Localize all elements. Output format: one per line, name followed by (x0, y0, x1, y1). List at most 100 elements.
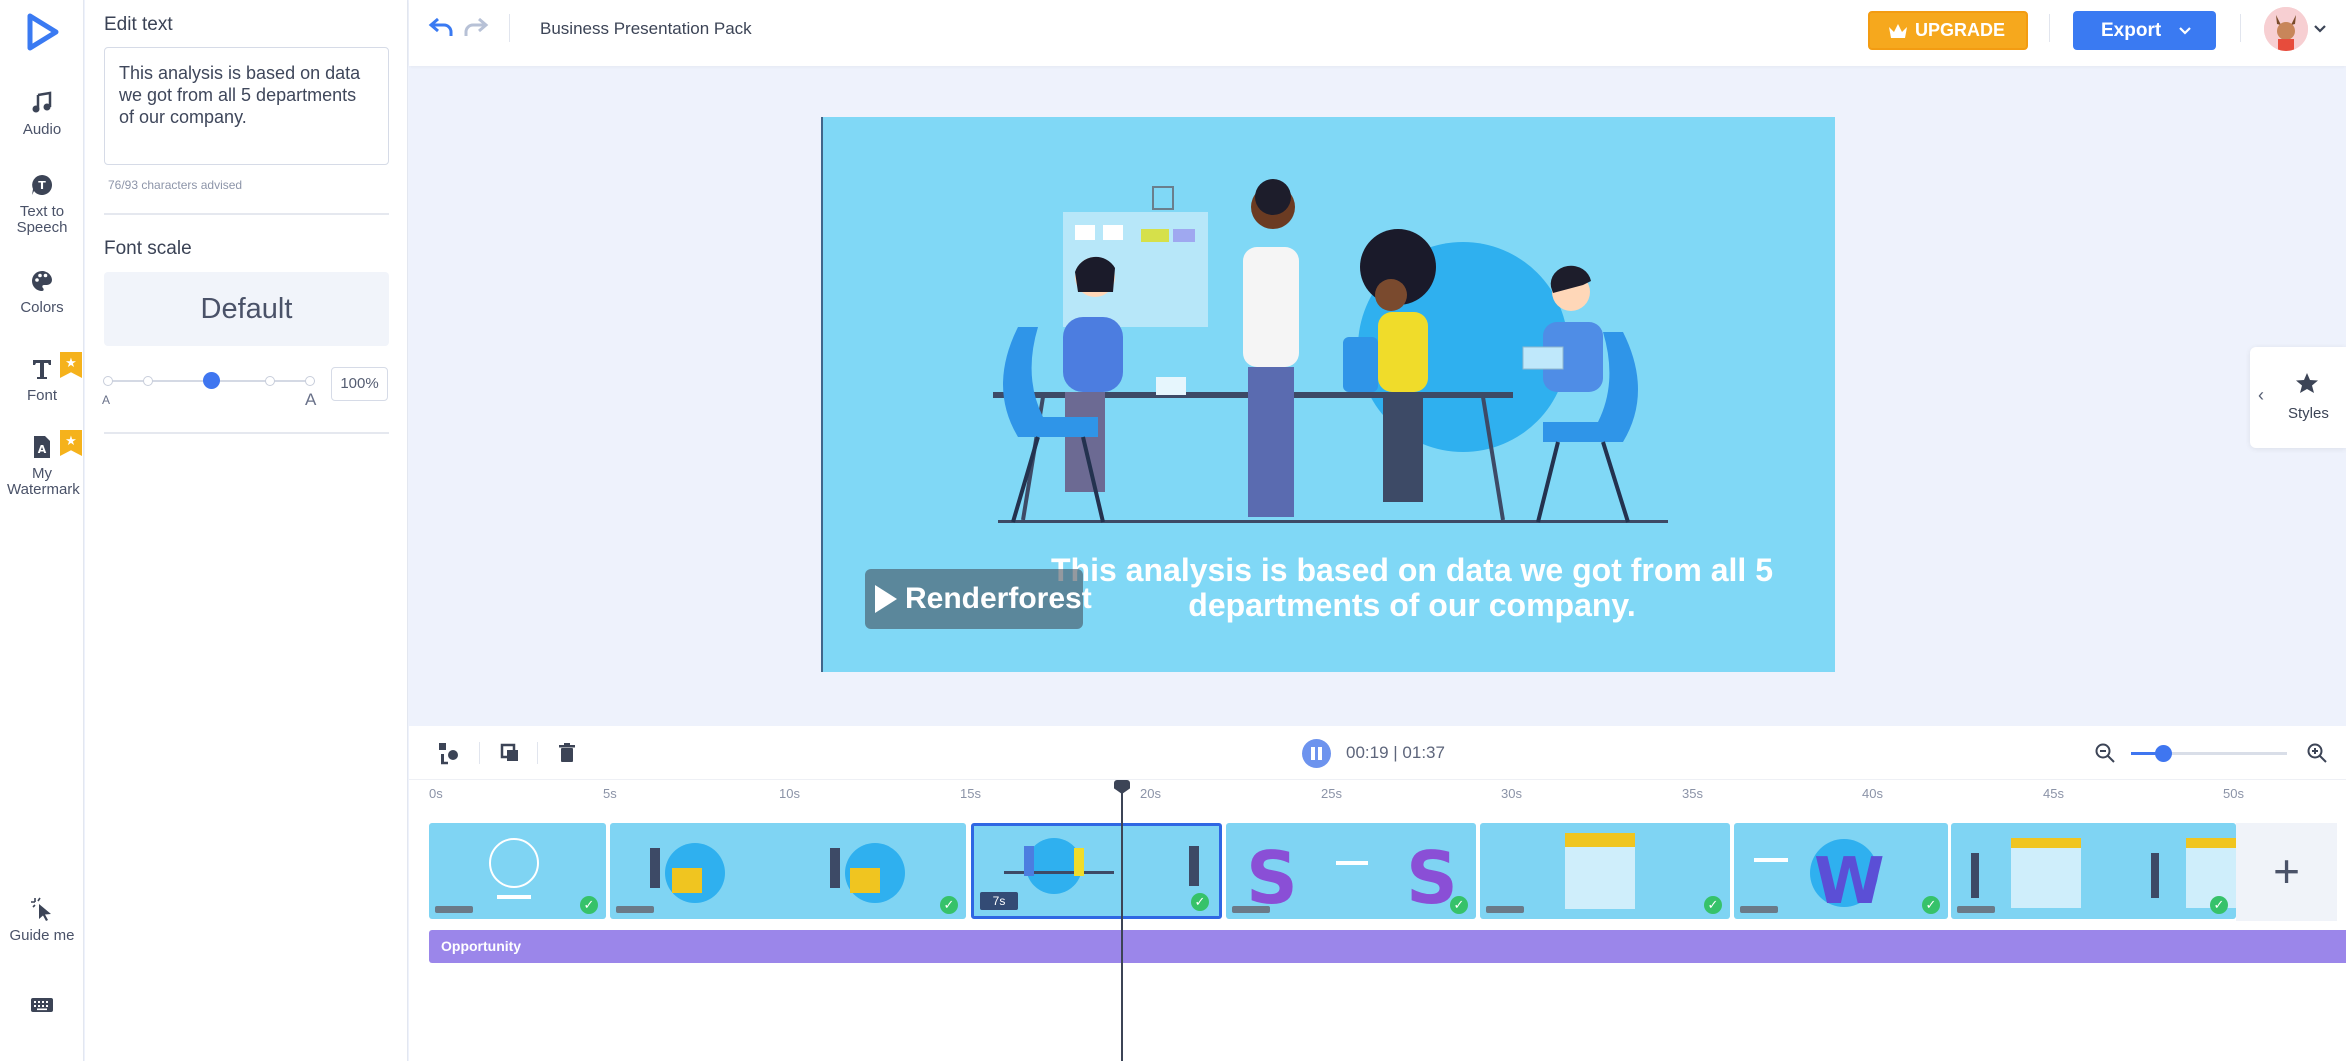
zoom-in-icon[interactable] (2306, 742, 2328, 764)
music-track[interactable]: Opportunity (429, 930, 2346, 963)
chevron-down-icon[interactable] (2313, 24, 2327, 34)
font-icon (33, 360, 51, 379)
scene-thumbnail-selected[interactable]: 7s (971, 823, 1222, 919)
sidebar-item-guide-me[interactable]: Guide me (0, 896, 84, 944)
font-scale-heading: Font scale (104, 238, 192, 259)
check-icon (940, 896, 958, 914)
check-icon (1191, 893, 1209, 911)
svg-text:T: T (38, 179, 46, 192)
export-label: Export (2101, 20, 2162, 41)
edit-text-heading: Edit text (104, 14, 173, 35)
slider-max-label: A (305, 390, 317, 409)
trash-icon[interactable] (554, 740, 580, 766)
avatar-illustration-icon (2264, 7, 2308, 51)
sidebar-item-label: Audio (22, 121, 62, 138)
timeline-toolbar: 00:19 | 01:37 (409, 726, 2346, 780)
font-scale-slider[interactable] (103, 372, 315, 389)
scene-tag (616, 906, 654, 913)
upgrade-button[interactable]: UPGRADE (1868, 11, 2028, 50)
scene-tag (1740, 906, 1778, 913)
sidebar-item-audio[interactable]: Audio (0, 90, 84, 138)
text-input[interactable]: This analysis is based on data we got fr… (104, 47, 389, 165)
scene-preview (1565, 833, 1635, 909)
sidebar-item-my-watermark[interactable]: A My Watermark (0, 430, 84, 498)
sidebar-item-label: My Watermark (7, 465, 80, 498)
svg-text:A: A (38, 443, 47, 456)
slider-step[interactable] (143, 376, 153, 386)
keyboard-shortcuts-button[interactable] (0, 992, 84, 1024)
time-display: 00:19 | 01:37 (1346, 743, 1445, 762)
watermark-icon: A (34, 436, 50, 458)
scene-thumbnail[interactable]: W (1734, 823, 1948, 919)
scene-thumbnail[interactable] (429, 823, 606, 919)
pause-button[interactable] (1302, 739, 1331, 768)
sidebar-item-label: Font (26, 387, 57, 404)
scene-preview: SS (1246, 836, 1458, 919)
star-icon (2296, 373, 2318, 393)
font-scale-percent-input[interactable]: 100% (331, 367, 388, 401)
ruler-tick-label: 45s (2043, 786, 2064, 801)
scene-preview: W (1754, 839, 1885, 919)
sidebar-item-text-to-speech[interactable]: T Text to Speech (0, 172, 84, 236)
slider-step[interactable] (265, 376, 275, 386)
add-scene-layer-icon[interactable] (436, 740, 462, 766)
avatar[interactable] (2264, 7, 2308, 51)
styles-tab[interactable]: ‹ Styles (2250, 347, 2346, 448)
timeline-ruler[interactable]: 0s 5s 10s 15s 20s 25s 30s 35s 40s 45s 50… (409, 781, 2346, 811)
divider (2049, 14, 2050, 42)
renderforest-logo-icon[interactable] (22, 12, 62, 52)
cursor-sparkle-icon (31, 897, 51, 921)
zoom-slider[interactable] (2131, 745, 2287, 762)
slider-min-label: A (102, 393, 111, 407)
scene-thumbnail[interactable]: SS (1226, 823, 1476, 919)
scene-preview (1971, 838, 2236, 908)
export-button[interactable]: Export (2073, 11, 2216, 50)
crown-icon (1889, 24, 1907, 38)
text-to-speech-icon: T (32, 175, 52, 195)
slider-step[interactable] (103, 376, 113, 386)
palette-icon (32, 271, 52, 291)
zoom-out-icon[interactable] (2094, 742, 2116, 764)
video-preview-canvas[interactable]: This analysis is based on data we got fr… (821, 117, 1835, 672)
duplicate-icon[interactable] (497, 740, 523, 766)
check-icon (2210, 896, 2228, 914)
styles-label: Styles (2288, 405, 2329, 422)
ruler-tick-label: 5s (603, 786, 617, 801)
playhead[interactable] (1121, 780, 1123, 1061)
slider-step[interactable] (305, 376, 315, 386)
slider-thumb[interactable] (203, 372, 220, 389)
sidebar-item-label: Text to Speech (16, 203, 68, 236)
ruler-tick-label: 25s (1321, 786, 1342, 801)
premium-star-badge (60, 430, 82, 456)
divider (2240, 14, 2241, 42)
music-note-icon (32, 91, 52, 113)
upgrade-label: UPGRADE (1914, 20, 2005, 40)
undo-icon[interactable] (428, 14, 456, 42)
scene-thumbnail[interactable] (1951, 823, 2236, 919)
add-scene-button[interactable]: + (2236, 823, 2337, 921)
font-scale-display: Default (104, 272, 389, 346)
ruler-tick-label: 35s (1682, 786, 1703, 801)
project-title[interactable]: Business Presentation Pack (540, 19, 752, 39)
zoom-slider-thumb[interactable] (2155, 745, 2172, 762)
divider (479, 742, 480, 764)
check-icon (1704, 896, 1722, 914)
divider (104, 432, 389, 434)
divider (104, 213, 389, 215)
scene-thumbnail[interactable] (1480, 823, 1730, 919)
sidebar-item-font[interactable]: Font (0, 352, 84, 404)
redo-icon[interactable] (461, 14, 489, 42)
ruler-tick-label: 50s (2223, 786, 2244, 801)
sidebar-item-colors[interactable]: Colors (0, 268, 84, 316)
divider (537, 742, 538, 764)
check-icon (1922, 896, 1940, 914)
premium-star-badge (60, 352, 82, 378)
scene-thumbnail[interactable] (610, 823, 966, 919)
chevron-left-icon: ‹ (2258, 385, 2264, 405)
svg-text:W: W (1814, 845, 1885, 919)
sidebar-item-label: Colors (20, 299, 64, 316)
timeline-panel: 00:19 | 01:37 0s 5s 10s 15s 20s 25s 30s … (409, 726, 2346, 1061)
ruler-tick-label: 20s (1140, 786, 1161, 801)
music-track-label: Opportunity (441, 938, 522, 954)
scene-tag (1486, 906, 1524, 913)
